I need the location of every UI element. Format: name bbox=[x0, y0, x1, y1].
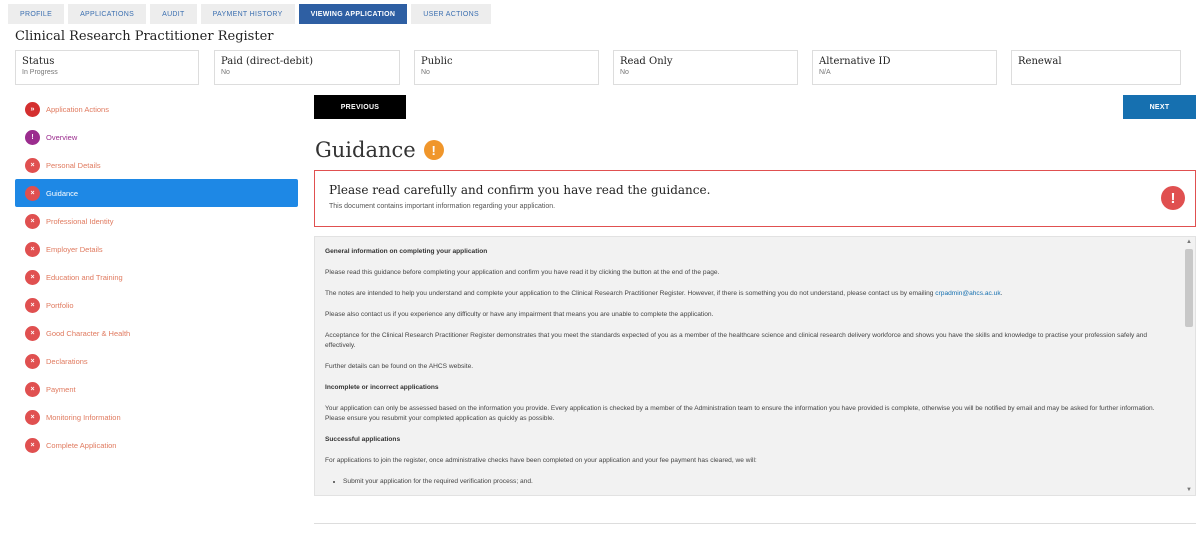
paid-card: Paid (direct-debit) No bbox=[214, 50, 400, 85]
sidebar-item-good-character-health[interactable]: × Good Character & Health bbox=[15, 319, 298, 347]
sidebar-item-personal-details[interactable]: × Personal Details bbox=[15, 151, 298, 179]
tab-viewing-application[interactable]: VIEWING APPLICATION bbox=[298, 4, 408, 24]
incomplete-icon: × bbox=[25, 269, 40, 285]
sidebar-item-professional-identity[interactable]: × Professional Identity bbox=[15, 207, 298, 235]
sidebar-item-overview[interactable]: ! Overview bbox=[15, 123, 298, 151]
alert-subtitle: This document contains important informa… bbox=[329, 203, 556, 210]
sidebar-item-label: Portfolio bbox=[46, 300, 74, 310]
tab-applications[interactable]: APPLICATIONS bbox=[68, 4, 147, 24]
sidebar-item-label: Complete Application bbox=[46, 440, 117, 450]
sidebar-item-label: Employer Details bbox=[46, 244, 103, 254]
sidebar-item-label: Monitoring Information bbox=[46, 412, 121, 422]
alternative-id-label: Alternative ID bbox=[819, 56, 891, 67]
warning-icon: ! bbox=[423, 140, 444, 160]
sidebar-item-label: Payment bbox=[46, 384, 76, 394]
public-value: No bbox=[421, 69, 430, 76]
alternative-id-card: Alternative ID N/A bbox=[812, 50, 997, 85]
guidance-document[interactable]: General information on completing your a… bbox=[314, 236, 1196, 496]
sidebar-item-label: Personal Details bbox=[46, 160, 101, 170]
incomplete-icon: × bbox=[25, 409, 40, 425]
tab-payment-history[interactable]: PAYMENT HISTORY bbox=[200, 4, 295, 24]
status-card: Status In Progress bbox=[15, 50, 199, 85]
sidebar-item-payment[interactable]: × Payment bbox=[15, 375, 298, 403]
sidebar-item-complete-application[interactable]: × Complete Application bbox=[15, 431, 298, 459]
incomplete-icon: × bbox=[25, 353, 40, 369]
divider bbox=[314, 523, 1196, 524]
guidance-alert: Please read carefully and confirm you ha… bbox=[314, 170, 1196, 227]
sidebar-item-label: Good Character & Health bbox=[46, 328, 131, 338]
doc-heading: Incomplete or incorrect applications bbox=[325, 384, 439, 391]
paid-label: Paid (direct-debit) bbox=[221, 56, 314, 67]
alert-title: Please read carefully and confirm you ha… bbox=[329, 183, 711, 197]
tab-user-actions[interactable]: USER ACTIONS bbox=[411, 4, 491, 24]
incomplete-icon: × bbox=[25, 213, 40, 229]
sidebar-item-label: Education and Training bbox=[46, 272, 123, 282]
sidebar-item-label: Professional Identity bbox=[46, 216, 114, 226]
incomplete-icon: × bbox=[25, 325, 40, 341]
sidebar-item-label: Guidance bbox=[46, 188, 79, 198]
scrollbar[interactable]: ▲ ▼ bbox=[1183, 237, 1195, 495]
previous-button[interactable]: PREVIOUS bbox=[314, 95, 406, 119]
public-label: Public bbox=[421, 56, 453, 67]
incomplete-icon: × bbox=[25, 157, 40, 173]
alert-icon: ! bbox=[1161, 186, 1185, 210]
incomplete-icon: × bbox=[25, 185, 40, 201]
sidebar-item-employer-details[interactable]: × Employer Details bbox=[15, 235, 298, 263]
doc-paragraph: Further details can be found on the AHCS… bbox=[325, 363, 474, 370]
doc-paragraph: Please read this guidance before complet… bbox=[325, 269, 720, 276]
info-icon: ! bbox=[25, 129, 40, 145]
sidebar-item-label: Declarations bbox=[46, 356, 88, 366]
incomplete-icon: × bbox=[25, 381, 40, 397]
double-chevron-icon: » bbox=[25, 101, 40, 117]
read-only-value: No bbox=[620, 69, 629, 76]
email-link[interactable]: crpadmin@ahcs.ac.uk bbox=[935, 290, 1000, 297]
doc-text: The notes are intended to help you under… bbox=[325, 290, 936, 297]
doc-paragraph: The notes are intended to help you under… bbox=[325, 289, 1167, 299]
sidebar: » Application Actions ! Overview × Perso… bbox=[15, 95, 298, 459]
sidebar-item-education-and-training[interactable]: × Education and Training bbox=[15, 263, 298, 291]
doc-list: Submit your application for the required… bbox=[343, 477, 1167, 487]
sidebar-item-guidance[interactable]: × Guidance bbox=[15, 179, 298, 207]
sidebar-item-declarations[interactable]: × Declarations bbox=[15, 347, 298, 375]
sidebar-item-portfolio[interactable]: × Portfolio bbox=[15, 291, 298, 319]
sidebar-item-monitoring-information[interactable]: × Monitoring Information bbox=[15, 403, 298, 431]
read-only-label: Read Only bbox=[620, 56, 673, 67]
incomplete-icon: × bbox=[25, 297, 40, 313]
status-value: In Progress bbox=[22, 69, 58, 76]
scroll-down-icon[interactable]: ▼ bbox=[1183, 485, 1195, 495]
section-heading: Guidance ! bbox=[315, 138, 444, 162]
scroll-thumb[interactable] bbox=[1185, 249, 1193, 327]
tab-audit[interactable]: AUDIT bbox=[150, 4, 197, 24]
renewal-label: Renewal bbox=[1018, 56, 1062, 67]
doc-paragraph: Your application can only be assessed ba… bbox=[325, 405, 1155, 422]
section-heading-text: Guidance bbox=[315, 138, 416, 162]
alternative-id-value: N/A bbox=[819, 69, 831, 76]
status-label: Status bbox=[22, 56, 55, 67]
read-only-card: Read Only No bbox=[613, 50, 798, 85]
doc-paragraph: Please also contact us if you experience… bbox=[325, 311, 714, 318]
sidebar-item-label: Application Actions bbox=[46, 104, 109, 114]
incomplete-icon: × bbox=[25, 241, 40, 257]
page-title: Clinical Research Practitioner Register bbox=[15, 29, 274, 44]
paid-value: No bbox=[221, 69, 230, 76]
renewal-card: Renewal bbox=[1011, 50, 1181, 85]
list-item: Submit your application for the required… bbox=[343, 477, 1167, 487]
scroll-up-icon[interactable]: ▲ bbox=[1183, 237, 1195, 247]
doc-paragraph: Acceptance for the Clinical Research Pra… bbox=[325, 332, 1148, 349]
sidebar-item-application-actions[interactable]: » Application Actions bbox=[15, 95, 298, 123]
incomplete-icon: × bbox=[25, 437, 40, 453]
doc-heading: General information on completing your a… bbox=[325, 248, 488, 255]
next-button[interactable]: NEXT bbox=[1123, 95, 1196, 119]
tab-profile[interactable]: PROFILE bbox=[8, 4, 65, 24]
top-tabs: PROFILE APPLICATIONS AUDIT PAYMENT HISTO… bbox=[8, 4, 491, 24]
doc-heading: Successful applications bbox=[325, 436, 401, 443]
public-card: Public No bbox=[414, 50, 599, 85]
guidance-document-content: General information on completing your a… bbox=[315, 237, 1195, 487]
sidebar-item-label: Overview bbox=[46, 132, 78, 142]
doc-text: . bbox=[1000, 290, 1003, 297]
doc-paragraph: For applications to join the register, o… bbox=[325, 457, 757, 464]
